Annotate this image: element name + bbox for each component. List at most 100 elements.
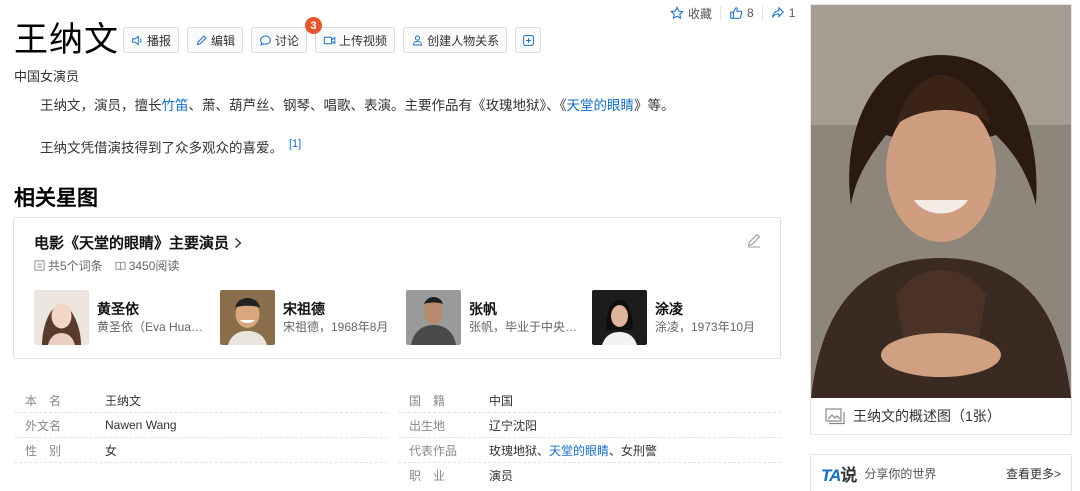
- person-name: 涂凌: [655, 300, 683, 317]
- person-desc: 涂凌，1973年10月: [655, 319, 756, 334]
- person-info: 涂凌 涂凌，1973年10月: [655, 300, 767, 336]
- people-list: 黄圣依 黄圣依（Eva Huang） 宋祖德 宋祖德，1968年8月 张帆 张帆…: [34, 290, 778, 345]
- info-row: 性别 女: [14, 438, 388, 463]
- info-row: 代表作品 玫瑰地狱、天堂的眼睛、女刑警: [398, 438, 781, 463]
- like-button[interactable]: 8: [721, 6, 763, 20]
- ta-slogan: 分享你的世界: [864, 466, 937, 481]
- info-value: 演员: [489, 469, 514, 483]
- ta-share-box: TA说 分享你的世界 查看更多>: [810, 454, 1072, 491]
- info-value: 玫瑰地狱、天堂的眼睛、女刑警: [489, 442, 657, 459]
- person-info: 宋祖德 宋祖德，1968年8月: [283, 300, 395, 336]
- info-label: 职业: [409, 469, 458, 483]
- avatar: [34, 290, 89, 345]
- title-toolbar: 播报 编辑 讨论 上传视频 创建人物关系: [123, 27, 542, 53]
- top-actions: 收藏 8 1: [662, 4, 795, 22]
- share-button[interactable]: 1: [763, 6, 795, 20]
- info-value: 王纳文: [105, 393, 142, 408]
- works-link-eyes-of-heaven[interactable]: 天堂的眼睛: [549, 444, 609, 458]
- star-card-meta: 共5个词条 3450阅读: [34, 257, 179, 274]
- link-eyes-of-heaven[interactable]: 天堂的眼睛: [567, 98, 635, 113]
- person-name: 宋祖德: [283, 300, 325, 317]
- summary-photo: [811, 5, 1071, 398]
- info-label: 外文名: [25, 418, 62, 433]
- info-row: 外文名 Nawen Wang: [14, 413, 388, 438]
- chat-bubble-icon: [260, 35, 271, 46]
- basic-info-right: 国籍 中国 出生地 辽宁沈阳 代表作品 玫瑰地狱、天堂的眼睛、女刑警 职业 演员: [398, 388, 781, 488]
- info-label: 国籍: [409, 393, 458, 408]
- info-label: 出生地: [409, 418, 446, 433]
- create-relation-button[interactable]: 创建人物关系: [403, 27, 508, 53]
- person-name: 张帆: [469, 300, 497, 317]
- person-name: 黄圣依: [97, 300, 139, 317]
- info-label: 代表作品: [409, 443, 458, 458]
- works-text-a: 玫瑰地狱、: [489, 443, 550, 458]
- works-text-b: 、女刑警: [609, 443, 658, 458]
- summary-text-2: 王纳文凭借演技得到了众多观众的喜爱。: [40, 140, 283, 156]
- summary-paragraph-2: 王纳文凭借演技得到了众多观众的喜爱。 [1]: [40, 134, 301, 159]
- people-icon: [413, 35, 423, 45]
- edit-button[interactable]: 编辑: [187, 27, 244, 53]
- info-row: 国籍 中国: [398, 388, 781, 413]
- reads-count-text: 3450阅读: [128, 259, 180, 273]
- avatar: [406, 290, 461, 345]
- ta-logo-a: TA: [821, 465, 841, 485]
- info-label: 本名: [25, 393, 74, 408]
- nationality-link[interactable]: 中国: [489, 392, 513, 409]
- view-more-link[interactable]: 查看更多>: [1006, 465, 1061, 482]
- reference-link[interactable]: [1]: [289, 138, 301, 150]
- star-card-title[interactable]: 电影《天堂的眼睛》主要演员: [34, 232, 243, 253]
- broadcast-label: 播报: [147, 33, 172, 48]
- summary-paragraph-1: 王纳文，演员，擅长竹笛、萧、葫芦丝、钢琴、唱歌、表演。主要作品有《玫瑰地狱》、《…: [40, 96, 675, 116]
- person-card[interactable]: 宋祖德 宋祖德，1968年8月: [220, 290, 406, 345]
- ta-logo-b: 说: [840, 465, 857, 485]
- edit-label: 编辑: [211, 33, 236, 48]
- create-relation-label: 创建人物关系: [427, 33, 500, 48]
- discuss-button[interactable]: 讨论: [251, 27, 308, 53]
- add-button[interactable]: [515, 27, 542, 53]
- info-label: 性别: [25, 443, 74, 458]
- info-value: Nawen Wang: [105, 418, 177, 432]
- person-card[interactable]: 张帆 张帆，毕业于中央戏剧学院: [406, 290, 592, 345]
- info-value: 女: [105, 443, 118, 458]
- entries-count-text: 共5个词条: [48, 259, 103, 273]
- avatar: [592, 290, 647, 345]
- info-row: 本名 王纳文: [14, 388, 388, 413]
- link-bamboo-flute[interactable]: 竹笛: [162, 98, 189, 113]
- person-info: 黄圣依 黄圣依（Eva Huang）: [97, 300, 209, 336]
- pencil-icon: [196, 34, 207, 45]
- collect-label: 收藏: [688, 6, 713, 21]
- discuss-label: 讨论: [275, 33, 300, 48]
- person-desc: 黄圣依（Eva Huang）: [97, 319, 209, 334]
- photo-caption[interactable]: 王纳文的概述图（1张）: [811, 398, 1071, 434]
- photo-caption-text: 王纳文的概述图（1张）: [853, 408, 1001, 424]
- broadcast-button[interactable]: 播报: [123, 27, 180, 53]
- collect-button[interactable]: 收藏: [662, 6, 722, 21]
- person-desc: 张帆，毕业于中央戏剧学院: [469, 319, 581, 334]
- upload-video-button[interactable]: 上传视频: [315, 27, 396, 53]
- like-count: 8: [747, 6, 754, 20]
- person-desc: 宋祖德，1968年8月: [283, 319, 389, 334]
- plus-icon: [522, 34, 534, 46]
- person-card[interactable]: 黄圣依 黄圣依（Eva Huang）: [34, 290, 220, 345]
- section-title-star-map: 相关星图: [14, 187, 98, 210]
- book-icon: [115, 261, 126, 271]
- avatar: [220, 290, 275, 345]
- list-icon: [34, 260, 45, 271]
- info-value: 辽宁沈阳: [489, 418, 538, 433]
- star-map-card: 电影《天堂的眼睛》主要演员 共5个词条 3450阅读 黄圣依 黄圣依（Eva H…: [13, 217, 781, 359]
- info-row: 职业 演员: [398, 463, 781, 488]
- basic-info-left: 本名 王纳文 外文名 Nawen Wang 性别 女: [14, 388, 388, 463]
- summary-text-1b: 、萧、葫芦丝、钢琴、唱歌、表演。主要作品有《玫瑰地狱》、《: [188, 98, 567, 113]
- edit-pencil-icon[interactable]: [746, 232, 762, 248]
- entries-count: 共5个词条: [34, 257, 103, 274]
- thumbs-up-icon: [730, 7, 743, 19]
- summary-photo-panel[interactable]: 王纳文的概述图（1张）: [810, 4, 1072, 435]
- discuss-count-badge: 3: [305, 17, 322, 34]
- image-gallery-icon: [825, 407, 845, 424]
- summary-text-1c: 》等。: [634, 98, 675, 113]
- person-card[interactable]: 涂凌 涂凌，1973年10月: [592, 290, 778, 345]
- reads-count: 3450阅读: [115, 257, 180, 274]
- share-icon: [771, 6, 784, 18]
- upload-video-label: 上传视频: [339, 33, 388, 48]
- page-subtitle: 中国女演员: [14, 69, 80, 84]
